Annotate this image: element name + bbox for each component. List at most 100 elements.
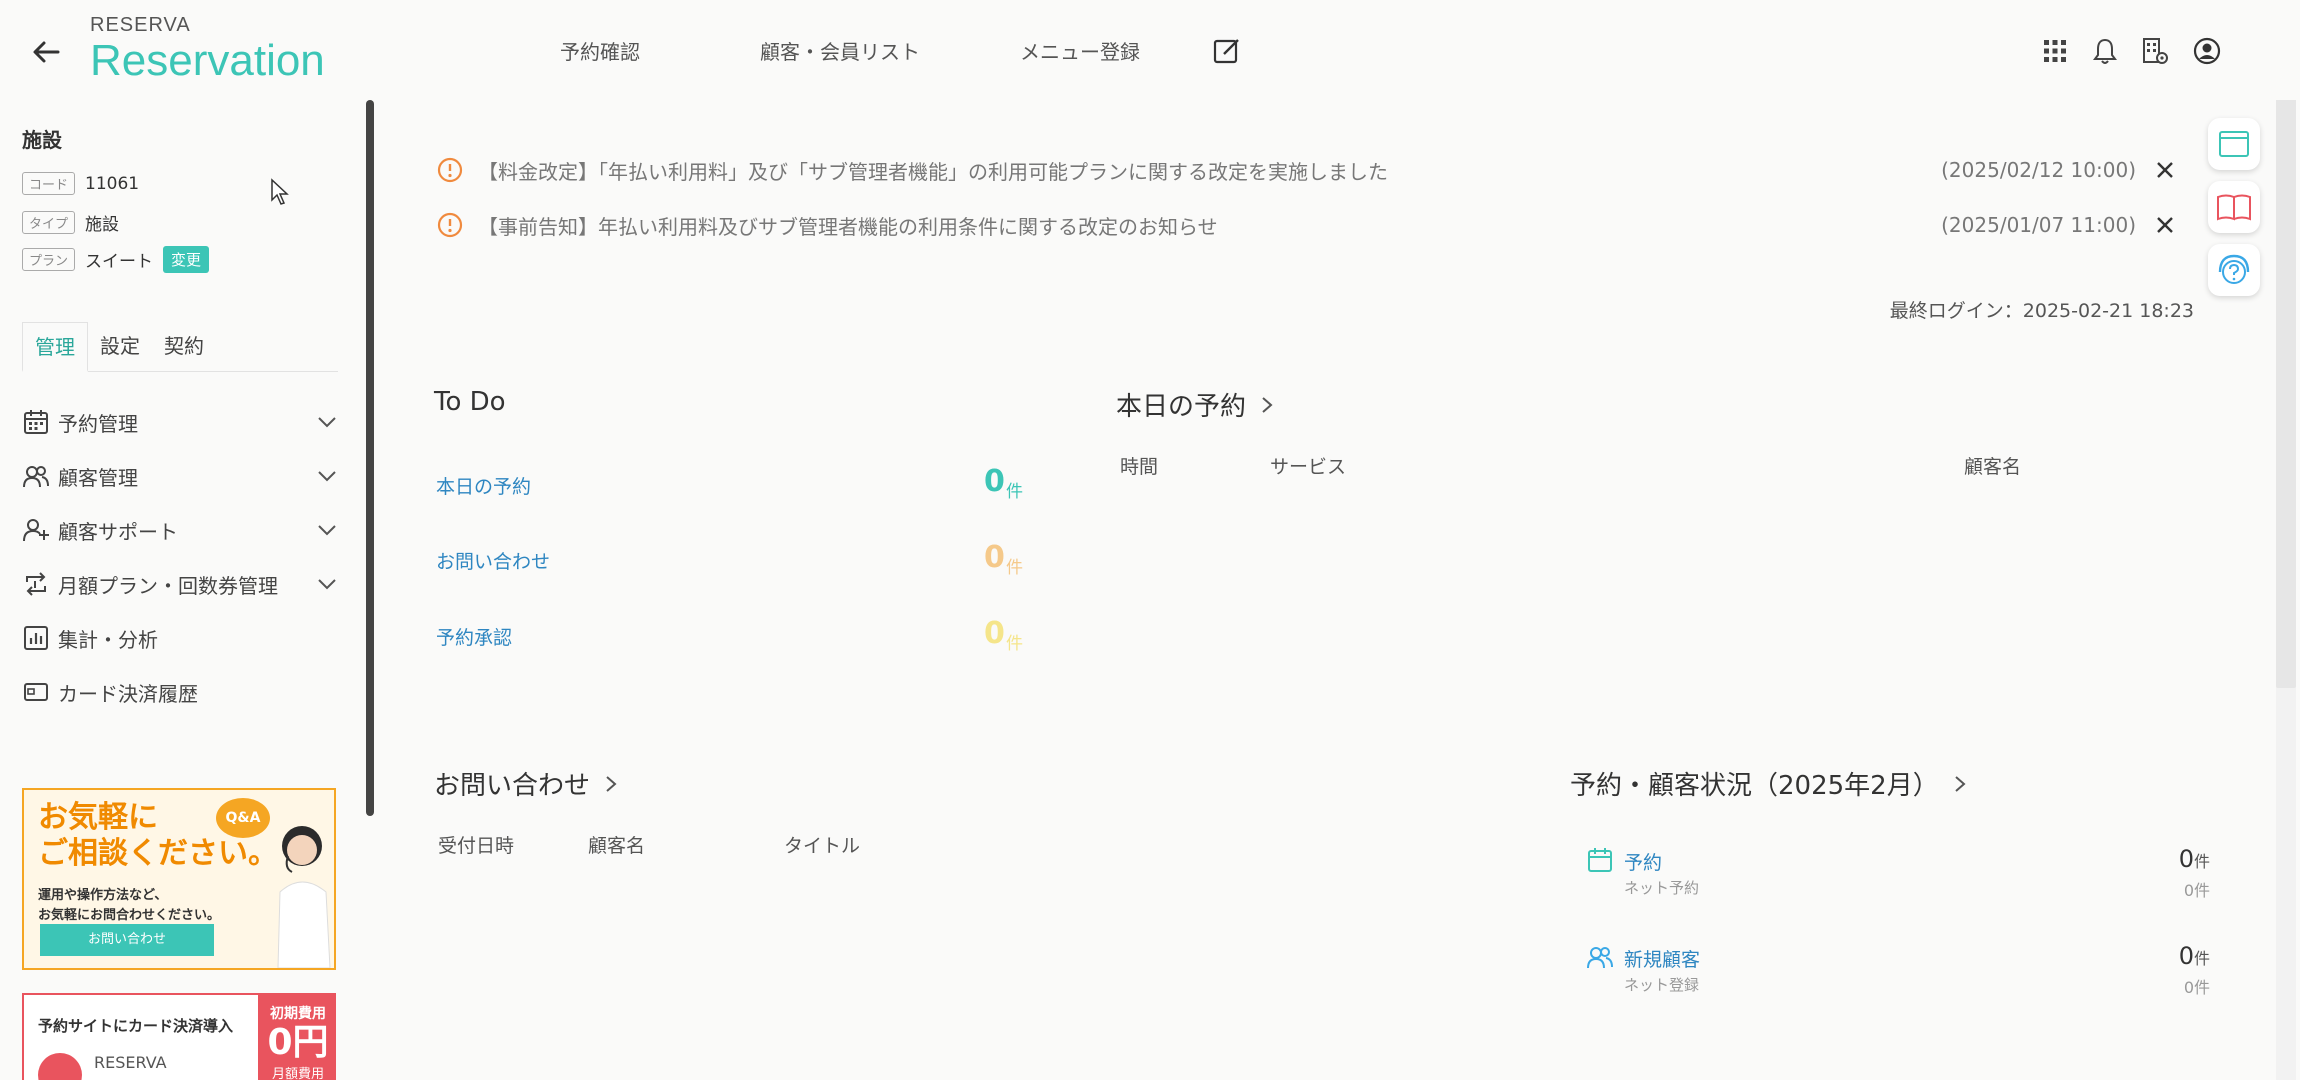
todo-today-reservations[interactable]: 本日の予約	[436, 472, 531, 499]
last-login-text: 最終ログイン：2025-02-21 18:23	[1889, 300, 2194, 322]
menu-customer-management[interactable]: 顧客管理	[22, 456, 338, 496]
todo-title: To Do	[434, 387, 506, 417]
calendar-icon	[24, 410, 48, 434]
todo-title-text: To Do	[434, 387, 506, 417]
nav-menu-register[interactable]: メニュー登録	[1020, 36, 1140, 65]
col-customer-name: 顧客名	[1964, 456, 2022, 478]
menu-customer-support[interactable]: 顧客サポート	[22, 510, 338, 550]
status-new-customer-count-unit: 件	[2193, 949, 2210, 968]
facility-plan-row: プラン スイート 変更	[22, 246, 210, 273]
calendar-icon	[1588, 848, 1612, 872]
sidebar-tabs: 管理 設定 契約	[22, 322, 338, 372]
tab-manage[interactable]: 管理	[22, 322, 88, 372]
menu-analytics[interactable]: 集計・分析	[22, 618, 338, 658]
status-reservation-subcount: 0件	[2183, 881, 2210, 900]
support-banner-title-line2: ご相談ください。	[38, 836, 278, 871]
todo-today-unit: 件	[1006, 482, 1023, 502]
type-tag: タイプ	[22, 211, 76, 234]
chevron-down-icon	[318, 471, 336, 482]
support-banner[interactable]: お気軽に ご相談ください。 Q&A 運用や操作方法など、 お気軽にお問合わせくだ…	[22, 788, 336, 970]
notice-text[interactable]: 【料金改定】「年払い利用料」及び「サブ管理者機能」の利用可能プランに関する改定を…	[478, 156, 1941, 185]
status-reservation-count: 0件	[2100, 845, 2210, 873]
menu-label: 月額プラン・回数券管理	[58, 573, 278, 598]
status-new-customer-label[interactable]: 新規顧客	[1624, 945, 1700, 972]
inquiries-title[interactable]: お問い合わせ	[434, 765, 620, 802]
notice-text[interactable]: 【事前告知】年払い利用料及びサブ管理者機能の利用条件に関する改定のお知らせ	[478, 211, 1941, 240]
page-scrollbar-thumb[interactable]	[2276, 28, 2296, 688]
menu-label: 集計・分析	[58, 627, 158, 652]
chevron-right-icon	[1955, 775, 1966, 792]
chevron-right-icon	[606, 775, 617, 792]
todo-reservation-approval[interactable]: 予約承認	[436, 623, 512, 650]
alert-circle-icon	[437, 157, 463, 183]
status-new-customer-count-value: 0	[2178, 942, 2194, 970]
close-icon[interactable]	[2154, 159, 2176, 181]
back-arrow-icon[interactable]	[28, 34, 64, 70]
status-title-text: 予約・顧客状況（2025年2月）	[1570, 771, 1939, 801]
close-icon[interactable]	[2154, 214, 2176, 236]
notice-date: (2025/02/12 10:00)	[1941, 158, 2136, 182]
col-inquiry-title: タイトル	[784, 835, 861, 857]
status-reservation-count-value: 0	[2178, 845, 2194, 873]
notice-item[interactable]: 【料金改定】「年払い利用料」及び「サブ管理者機能」の利用可能プランに関する改定を…	[436, 150, 2176, 190]
initial-fee-label: 初期費用	[270, 1006, 326, 1022]
col-inquiry-customer: 顧客名	[588, 835, 646, 857]
tab-settings[interactable]: 設定	[88, 322, 152, 371]
users-icon	[23, 466, 49, 488]
inquiry-button[interactable]: お問い合わせ	[40, 924, 214, 956]
todo-inquiries-count: 0	[984, 540, 1005, 575]
plan-change-button[interactable]: 変更	[163, 246, 210, 273]
notice-date: (2025/01/07 11:00)	[1941, 213, 2136, 237]
user-plus-icon	[23, 519, 49, 542]
menu-card-payment-history[interactable]: カード決済履歴	[22, 672, 338, 712]
card-payment-banner-logo: RESERVA	[94, 1053, 167, 1072]
repeat-icon	[26, 572, 46, 596]
monthly-fee-label: 月額費用	[271, 1067, 324, 1080]
status-reservation-sub: ネット予約	[1624, 879, 1700, 897]
todo-inquiries[interactable]: お問い合わせ	[436, 547, 550, 574]
status-new-customer-count: 0件	[2100, 942, 2210, 970]
chevron-right-icon	[1262, 396, 1273, 413]
chevron-down-icon	[318, 525, 336, 536]
menu-label: カード決済履歴	[58, 681, 198, 706]
status-reservation-label[interactable]: 予約	[1624, 848, 1662, 875]
nav-customer-list[interactable]: 顧客・会員リスト	[760, 36, 920, 65]
user-account-icon[interactable]	[2192, 36, 2222, 66]
card-icon	[24, 683, 48, 701]
support-banner-sub-line1: 運用や操作方法など、	[38, 888, 168, 903]
status-new-customer-sub: ネット登録	[1624, 976, 1700, 994]
chevron-down-icon	[318, 417, 336, 428]
col-service: サービス	[1270, 456, 1347, 478]
payment-logo-icon	[38, 1053, 82, 1080]
alert-circle-icon	[437, 212, 463, 238]
menu-label: 顧客管理	[58, 465, 138, 490]
tab-contract[interactable]: 契約	[152, 322, 216, 371]
initial-fee-value: 0円	[267, 1022, 329, 1063]
manual-float-button[interactable]	[2208, 181, 2260, 233]
initial-fee-badge: 初期費用 0円 月額費用	[258, 995, 334, 1080]
logo-small-text: RESERVA	[90, 14, 191, 36]
help-float-button[interactable]	[2208, 244, 2260, 296]
code-tag: コード	[22, 172, 76, 195]
menu-reservation-management[interactable]: 予約管理	[22, 402, 338, 442]
notice-item[interactable]: 【事前告知】年払い利用料及びサブ管理者機能の利用条件に関する改定のお知らせ (2…	[436, 205, 2176, 245]
menu-label: 顧客サポート	[58, 519, 178, 544]
app-logo[interactable]: RESERVA Reservation	[90, 14, 325, 83]
today-reservations-title[interactable]: 本日の予約	[1116, 386, 1276, 423]
grid-apps-icon[interactable]	[2040, 36, 2070, 66]
browser-float-button[interactable]	[2208, 118, 2260, 170]
card-payment-banner[interactable]: 予約サイトにカード決済導入 RESERVA 初期費用 0円 月額費用	[22, 993, 336, 1080]
bell-icon[interactable]	[2090, 36, 2120, 66]
operator-person-icon	[277, 826, 331, 968]
code-value: 11061	[85, 173, 140, 194]
menu-monthly-plan[interactable]: 月額プラン・回数券管理	[22, 564, 338, 604]
facility-code-row: コード 11061	[22, 172, 139, 195]
plan-value: スイート	[85, 252, 154, 272]
status-title[interactable]: 予約・顧客状況（2025年2月）	[1570, 765, 1969, 802]
facility-title: 施設	[22, 128, 62, 152]
nav-reservation-check[interactable]: 予約確認	[560, 36, 640, 65]
sidebar-scrollbar[interactable]	[366, 100, 374, 816]
facility-settings-icon[interactable]	[2140, 36, 2170, 66]
edit-icon[interactable]	[1212, 36, 1242, 66]
chart-icon	[24, 626, 48, 650]
